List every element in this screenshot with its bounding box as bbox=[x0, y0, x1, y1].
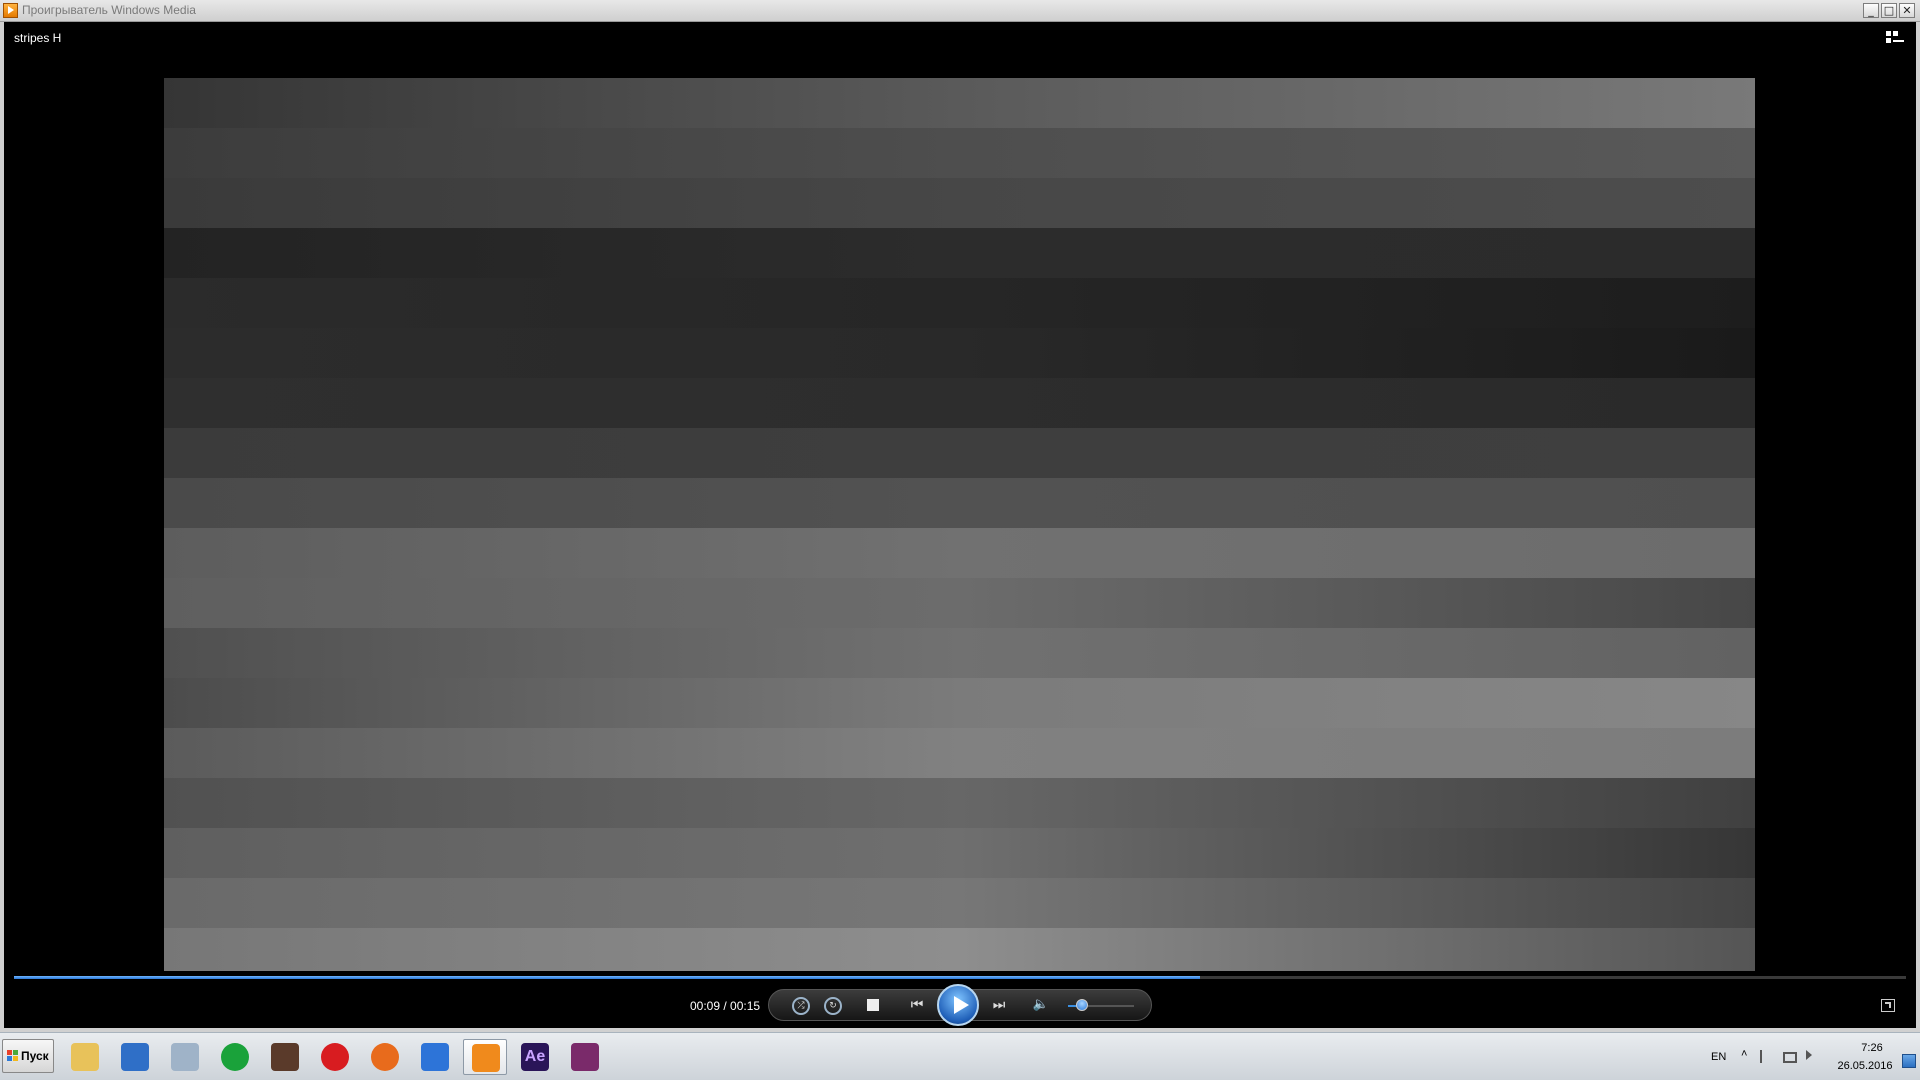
video-stripe bbox=[164, 628, 1755, 678]
explorer-icon bbox=[71, 1043, 99, 1071]
video-stripe bbox=[164, 528, 1755, 578]
volume-tray-icon[interactable] bbox=[1806, 1050, 1812, 1060]
minimize-button[interactable]: _ bbox=[1863, 3, 1879, 18]
video-display[interactable] bbox=[164, 78, 1755, 971]
next-icon[interactable]: ⏭ bbox=[986, 996, 1012, 1014]
taskbar-app-calculator[interactable] bbox=[163, 1039, 207, 1075]
start-label: Пуск bbox=[21, 1049, 49, 1063]
taskbar: Пуск Ae EN ˄ 7:26 26.05.2016 bbox=[0, 1032, 1920, 1080]
stop-button[interactable] bbox=[867, 999, 879, 1011]
video-stripe bbox=[164, 778, 1755, 828]
taskbar-app-winrar[interactable] bbox=[563, 1039, 607, 1075]
video-stripe bbox=[164, 478, 1755, 528]
play-button[interactable] bbox=[937, 984, 979, 1026]
video-stripe bbox=[164, 578, 1755, 628]
language-indicator[interactable]: EN bbox=[1711, 1051, 1726, 1063]
firefox-icon bbox=[371, 1043, 399, 1071]
video-stripe bbox=[164, 78, 1755, 128]
opera-icon bbox=[321, 1043, 349, 1071]
maxthon-icon bbox=[421, 1043, 449, 1071]
seek-progress bbox=[14, 976, 1201, 979]
window-title: Проигрыватель Windows Media bbox=[22, 3, 196, 17]
taskbar-app-maxthon[interactable] bbox=[413, 1039, 457, 1075]
action-center-flag-icon[interactable] bbox=[1760, 1050, 1775, 1063]
window-frame-right bbox=[1916, 22, 1920, 1032]
clock-time[interactable]: 7:26 bbox=[1852, 1042, 1892, 1054]
clock-date[interactable]: 26.05.2016 bbox=[1834, 1060, 1896, 1072]
taskbar-app-mail-agent[interactable] bbox=[213, 1039, 257, 1075]
winrar-icon bbox=[571, 1043, 599, 1071]
repeat-icon[interactable]: ↻ bbox=[824, 997, 842, 1015]
maximize-button[interactable]: □ bbox=[1881, 3, 1897, 18]
video-stripe bbox=[164, 828, 1755, 878]
mail-agent-icon bbox=[221, 1043, 249, 1071]
windows-media-player-icon bbox=[472, 1044, 500, 1072]
volume-thumb[interactable] bbox=[1076, 999, 1088, 1011]
taskbar-app-opera[interactable] bbox=[313, 1039, 357, 1075]
title-bar[interactable]: Проигрыватель Windows Media _ □ ✕ bbox=[0, 0, 1920, 22]
window-frame-left bbox=[0, 22, 4, 1032]
start-button[interactable]: Пуск bbox=[2, 1039, 54, 1073]
close-button[interactable]: ✕ bbox=[1899, 3, 1915, 18]
video-stripe bbox=[164, 278, 1755, 328]
video-stripe bbox=[164, 428, 1755, 478]
media-title: stripes H bbox=[14, 31, 62, 45]
video-stripe bbox=[164, 128, 1755, 178]
taskbar-app-firefox[interactable] bbox=[363, 1039, 407, 1075]
taskbar-app-windows-media-player[interactable] bbox=[463, 1039, 507, 1075]
video-stripe bbox=[164, 178, 1755, 228]
network-icon[interactable] bbox=[1783, 1052, 1797, 1063]
media-player-icon bbox=[3, 3, 18, 18]
show-desktop-button[interactable] bbox=[1902, 1054, 1916, 1068]
game-icon bbox=[271, 1043, 299, 1071]
fullscreen-icon[interactable] bbox=[1881, 999, 1895, 1012]
seek-bar[interactable] bbox=[14, 976, 1906, 979]
video-stripe bbox=[164, 378, 1755, 428]
video-stripe bbox=[164, 678, 1755, 728]
media-center-icon bbox=[121, 1043, 149, 1071]
taskbar-app-explorer[interactable] bbox=[63, 1039, 107, 1075]
switch-to-library-icon[interactable] bbox=[1886, 31, 1904, 45]
calculator-icon bbox=[171, 1043, 199, 1071]
after-effects-icon: Ae bbox=[521, 1043, 549, 1071]
taskbar-app-after-effects[interactable]: Ae bbox=[513, 1039, 557, 1075]
video-stripe bbox=[164, 328, 1755, 378]
mute-icon[interactable]: 🔈 bbox=[1032, 996, 1050, 1014]
shuffle-icon[interactable]: ⤮ bbox=[792, 997, 810, 1015]
previous-icon[interactable]: ⏮ bbox=[904, 996, 930, 1014]
time-display: 00:09 / 00:15 bbox=[690, 999, 761, 1013]
video-stripe bbox=[164, 728, 1755, 778]
windows-logo-icon bbox=[7, 1050, 19, 1062]
video-stripe bbox=[164, 928, 1755, 971]
video-stripe bbox=[164, 878, 1755, 928]
video-stripe bbox=[164, 228, 1755, 278]
taskbar-app-media-center[interactable] bbox=[113, 1039, 157, 1075]
tray-arrow-icon[interactable]: ˄ bbox=[1741, 1048, 1747, 1060]
media-player-window: Проигрыватель Windows Media _ □ ✕ stripe… bbox=[0, 0, 1920, 1032]
taskbar-app-game[interactable] bbox=[263, 1039, 307, 1075]
